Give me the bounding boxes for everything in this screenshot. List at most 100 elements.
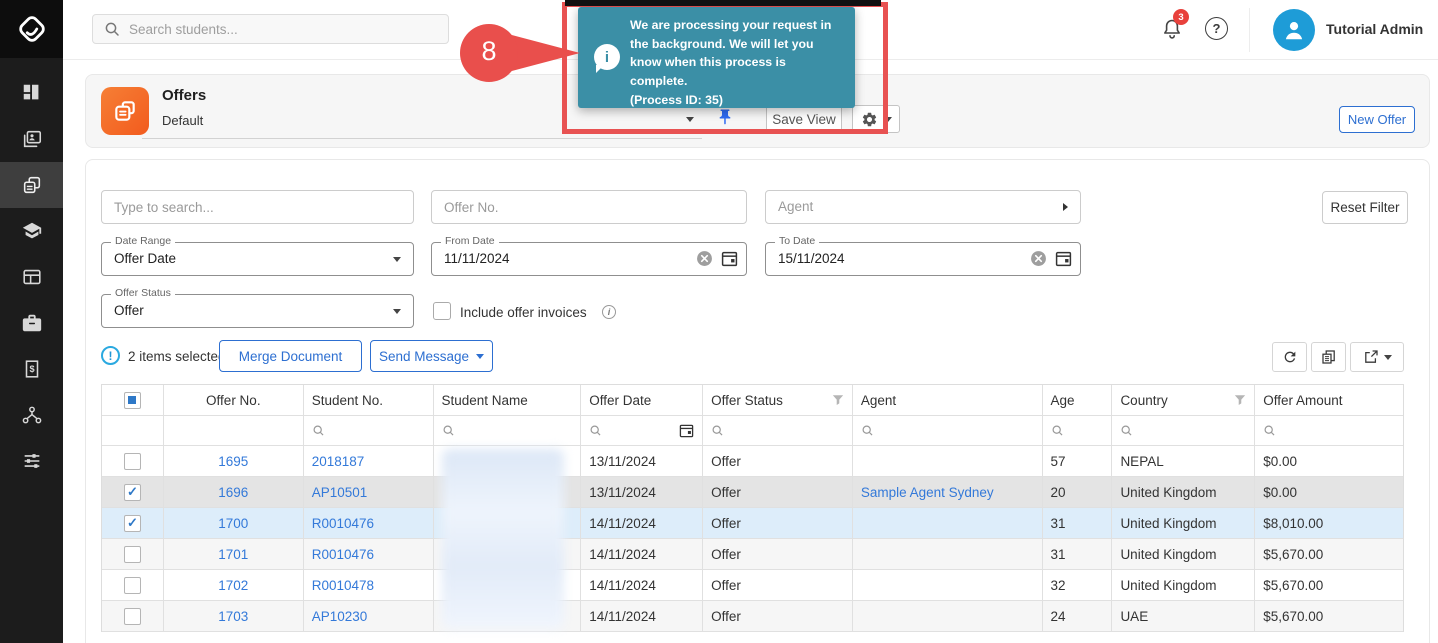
date-range-select[interactable]: Date Range Offer Date	[101, 242, 414, 276]
filter-cell-student-no[interactable]	[304, 416, 434, 445]
from-date-field[interactable]: From Date 11/11/2024	[431, 242, 747, 276]
offer-date-cell: 14/11/2024	[581, 601, 703, 631]
filter-cell-country[interactable]	[1112, 416, 1255, 445]
students-icon	[21, 128, 43, 150]
app-logo[interactable]	[0, 0, 63, 58]
search-icon	[442, 424, 455, 437]
columns-icon	[1321, 349, 1337, 365]
offer-no-input[interactable]	[431, 190, 747, 224]
clear-icon[interactable]	[696, 250, 713, 267]
filter-cell-agent[interactable]	[853, 416, 1043, 445]
student-no-link[interactable]: R0010476	[312, 547, 374, 562]
offer-no-link[interactable]: 1702	[218, 578, 248, 593]
refresh-button[interactable]	[1272, 342, 1307, 372]
selection-count-text: 2 items selected	[128, 349, 226, 364]
toast-message-text: We are processing your request in the ba…	[630, 18, 831, 88]
sidebar-item-applications[interactable]	[0, 254, 63, 300]
include-invoices-checkbox[interactable]	[433, 302, 451, 320]
filter-cell-offer-status[interactable]	[703, 416, 853, 445]
offer-no-link[interactable]: 1696	[218, 485, 248, 500]
filter-cell-offer-date[interactable]	[581, 416, 703, 445]
column-header-offer-amount[interactable]: Offer Amount	[1255, 385, 1403, 415]
column-header-student-name[interactable]: Student Name	[434, 385, 582, 415]
search-icon	[104, 21, 120, 37]
student-no-link[interactable]: AP10501	[312, 485, 368, 500]
sidebar-item-offers[interactable]	[0, 162, 63, 208]
offer-status-cell: Offer	[703, 570, 853, 600]
student-no-link[interactable]: AP10230	[312, 609, 368, 624]
logo-icon	[15, 12, 49, 46]
offer-no-link[interactable]: 1701	[218, 547, 248, 562]
offer-no-link[interactable]: 1700	[218, 516, 248, 531]
table-row[interactable]: 1702 R0010478 14/11/2024 Offer 32 United…	[102, 570, 1403, 601]
sidebar-item-students[interactable]	[0, 116, 63, 162]
sidebar-item-services[interactable]	[0, 300, 63, 346]
search-input[interactable]	[92, 14, 449, 44]
sidebar-item-invoices[interactable]: $	[0, 346, 63, 392]
send-message-button[interactable]: Send Message	[370, 340, 493, 372]
sidebar-item-dashboard[interactable]	[0, 70, 63, 116]
filter-cell-age[interactable]	[1043, 416, 1113, 445]
filter-icon[interactable]	[832, 394, 844, 406]
calendar-icon[interactable]	[1055, 250, 1072, 267]
help-button[interactable]: ?	[1205, 17, 1228, 40]
to-date-field[interactable]: To Date 15/11/2024	[765, 242, 1081, 276]
table-row[interactable]: 1703 AP10230 14/11/2024 Offer 24 UAE $5,…	[102, 601, 1403, 632]
calendar-icon[interactable]	[721, 250, 738, 267]
student-no-link[interactable]: R0010478	[312, 578, 374, 593]
offer-status-label: Offer Status	[111, 287, 175, 299]
sidebar-item-agents[interactable]	[0, 392, 63, 438]
table-row[interactable]: 1696 AP10501 13/11/2024 Offer Sample Age…	[102, 477, 1403, 508]
offer-status-cell: Offer	[703, 508, 853, 538]
grid-search-input[interactable]	[101, 190, 414, 224]
reset-filter-button[interactable]: Reset Filter	[1322, 191, 1408, 224]
age-cell: 20	[1043, 477, 1113, 507]
filter-cell-offer-amount[interactable]	[1255, 416, 1403, 445]
view-selector-value[interactable]: Default	[162, 113, 203, 128]
country-cell: United Kingdom	[1112, 477, 1255, 507]
row-checkbox[interactable]	[124, 484, 141, 501]
export-button[interactable]	[1350, 342, 1404, 372]
column-header-agent[interactable]: Agent	[853, 385, 1043, 415]
user-name[interactable]: Tutorial Admin	[1326, 21, 1423, 37]
offer-no-link[interactable]: 1695	[218, 454, 248, 469]
row-checkbox[interactable]	[124, 515, 141, 532]
agent-filter[interactable]: Agent	[765, 190, 1081, 224]
column-header-offer-status[interactable]: Offer Status	[703, 385, 853, 415]
user-avatar[interactable]	[1273, 9, 1315, 51]
chevron-down-icon	[393, 257, 401, 262]
table-row[interactable]: 1700 R0010476 14/11/2024 Offer 31 United…	[102, 508, 1403, 539]
column-header-country[interactable]: Country	[1112, 385, 1255, 415]
table-row[interactable]: 1695 2018187 13/11/2024 Offer 57 NEPAL $…	[102, 446, 1403, 477]
offer-amount-cell: $0.00	[1255, 446, 1403, 476]
merge-document-button[interactable]: Merge Document	[219, 340, 362, 372]
select-all-checkbox[interactable]	[124, 392, 141, 409]
column-header-age[interactable]: Age	[1043, 385, 1113, 415]
student-no-link[interactable]: 2018187	[312, 454, 365, 469]
column-header-offer-date[interactable]: Offer Date	[581, 385, 703, 415]
sidebar-item-settings[interactable]	[0, 438, 63, 484]
column-header-student-no[interactable]: Student No.	[304, 385, 434, 415]
sidebar-item-courses[interactable]	[0, 208, 63, 254]
calendar-icon[interactable]	[679, 423, 694, 438]
column-header-offer-no[interactable]: Offer No.	[164, 385, 304, 415]
row-checkbox[interactable]	[124, 546, 141, 563]
table-row[interactable]: 1701 R0010476 14/11/2024 Offer 31 United…	[102, 539, 1403, 570]
offer-status-select[interactable]: Offer Status Offer	[101, 294, 414, 328]
offer-amount-cell: $5,670.00	[1255, 539, 1403, 569]
row-checkbox[interactable]	[124, 608, 141, 625]
row-checkbox[interactable]	[124, 577, 141, 594]
new-offer-button[interactable]: New Offer	[1339, 106, 1415, 133]
filter-cell-student-name[interactable]	[434, 416, 582, 445]
student-no-link[interactable]: R0010476	[312, 516, 374, 531]
svg-text:$: $	[29, 364, 34, 374]
clear-icon[interactable]	[1030, 250, 1047, 267]
chevron-down-icon	[1384, 355, 1392, 360]
offer-no-link[interactable]: 1703	[218, 609, 248, 624]
column-chooser-button[interactable]	[1311, 342, 1346, 372]
filter-icon[interactable]	[1234, 394, 1246, 406]
agent-link[interactable]: Sample Agent Sydney	[861, 485, 994, 500]
dashboard-icon	[21, 82, 43, 104]
row-checkbox[interactable]	[124, 453, 141, 470]
chevron-down-icon	[476, 354, 484, 359]
